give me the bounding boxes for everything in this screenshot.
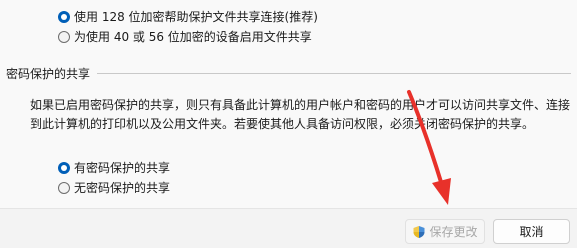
section-divider <box>97 73 571 74</box>
encryption-40-56-label: 为使用 40 或 56 位加密的设备启用文件共享 <box>74 30 312 44</box>
password-protection-off-label: 无密码保护的共享 <box>74 181 171 195</box>
encryption-128-label: 使用 128 位加密帮助保护文件共享连接(推荐) <box>74 10 318 24</box>
password-protection-off-radio[interactable] <box>58 181 70 194</box>
save-changes-label: 保存更改 <box>429 225 478 239</box>
password-protection-off-option[interactable]: 无密码保护的共享 <box>58 179 170 196</box>
cancel-button[interactable]: 取消 <box>493 219 570 244</box>
encryption-128-radio[interactable] <box>58 10 70 23</box>
encryption-128-option[interactable]: 使用 128 位加密帮助保护文件共享连接(推荐) <box>58 8 318 25</box>
password-protection-on-label: 有密码保护的共享 <box>74 161 171 175</box>
encryption-40-56-radio[interactable] <box>58 30 70 43</box>
password-protection-section-title: 密码保护的共享 <box>6 67 91 81</box>
cancel-label: 取消 <box>519 225 544 239</box>
dialog-footer: 保存更改 取消 <box>0 208 577 248</box>
save-changes-button[interactable]: 保存更改 <box>405 219 485 244</box>
encryption-40-56-option[interactable]: 为使用 40 或 56 位加密的设备启用文件共享 <box>58 28 312 45</box>
shield-icon <box>413 225 425 238</box>
advanced-sharing-settings: 使用 128 位加密帮助保护文件共享连接(推荐) 为使用 40 或 56 位加密… <box>0 0 577 248</box>
password-protection-on-radio[interactable] <box>58 161 70 174</box>
password-protection-description: 如果已启用密码保护的共享，则只有具备此计算机的用户帐户和密码的用户才可以访问共享… <box>30 98 571 131</box>
password-protection-on-option[interactable]: 有密码保护的共享 <box>58 159 170 176</box>
